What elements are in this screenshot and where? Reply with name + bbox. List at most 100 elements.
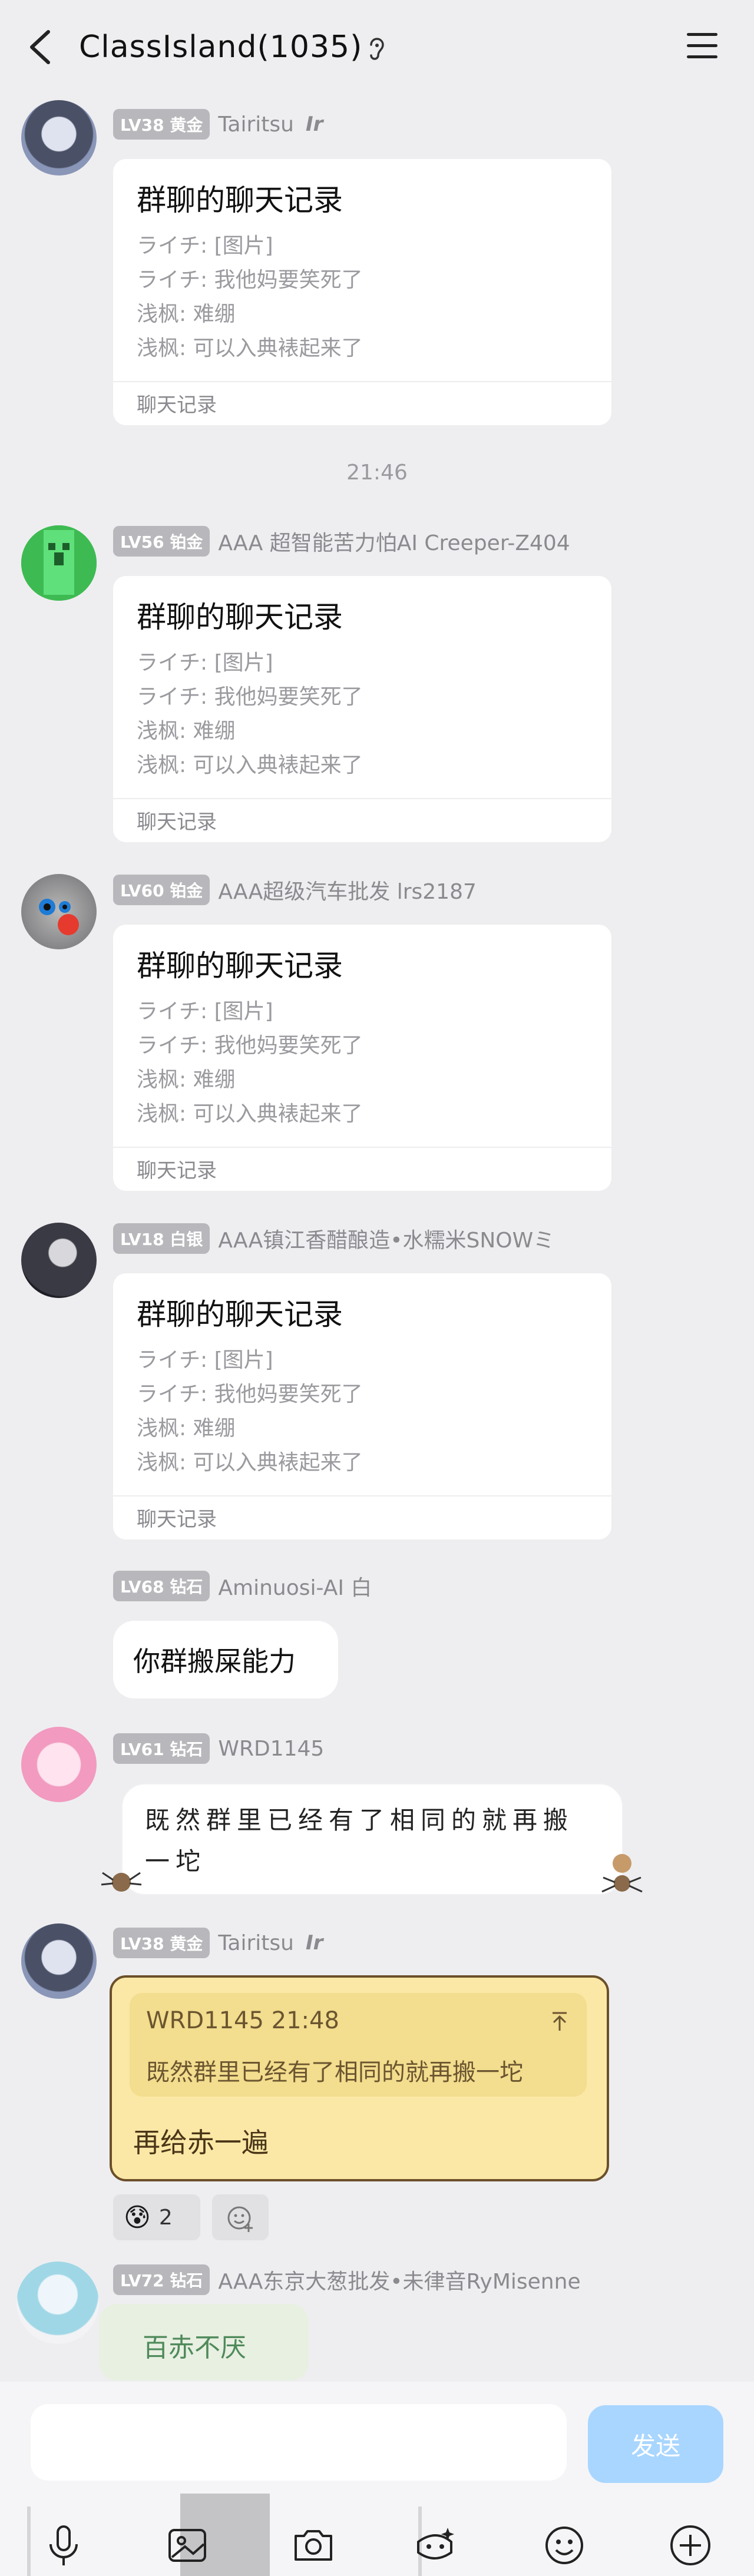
image-icon[interactable] xyxy=(165,2522,212,2569)
anxious-face-icon: 😰 xyxy=(124,2202,151,2233)
menu-icon[interactable] xyxy=(683,29,721,62)
card-title: 群聊的聊天记录 xyxy=(137,1297,343,1332)
avatar[interactable] xyxy=(21,525,97,601)
divider xyxy=(27,2507,31,2576)
emoji-icon[interactable] xyxy=(541,2522,588,2569)
sender-meta: LV38 黄金 Tairitsu Ir xyxy=(113,1928,323,1958)
avatar[interactable] xyxy=(16,2262,99,2344)
sender-name[interactable]: AAA东京大葱批发•未律音RyMisenne xyxy=(218,2264,580,2295)
card-line: ライチ: 我他妈要笑死了 xyxy=(137,1382,363,1406)
card-line: ライチ: [图片] xyxy=(137,234,273,258)
jump-to-top-icon[interactable] xyxy=(548,2009,571,2033)
sender-meta: LV61 钻石 WRD1145 xyxy=(113,1733,324,1764)
avatar[interactable] xyxy=(21,1727,97,1802)
card-title: 群聊的聊天记录 xyxy=(137,949,343,983)
header: ClassIsland(1035) xyxy=(0,0,754,94)
card-line: 浅枫: 可以入典裱起来了 xyxy=(137,336,363,360)
microphone-icon[interactable] xyxy=(40,2522,87,2569)
sender-meta: LV72 钻石 AAA东京大葱批发•未律音RyMisenne xyxy=(113,2264,581,2295)
sticker[interactable]: 百赤不厌 xyxy=(99,2304,309,2380)
card-footer: 聊天记录 xyxy=(137,1508,217,1531)
sender-suffix: Ir xyxy=(305,1931,323,1955)
card-title: 群聊的聊天记录 xyxy=(137,183,343,217)
forwarded-chat-card[interactable]: 群聊的聊天记录 ライチ: [图片] ライチ: 我他妈要笑死了 浅枫: 难绷 浅枫… xyxy=(113,1273,611,1539)
card-line: ライチ: 我他妈要笑死了 xyxy=(137,685,363,709)
avatar[interactable] xyxy=(21,1923,97,1999)
avatar[interactable] xyxy=(21,1223,97,1298)
divider xyxy=(113,1147,611,1148)
decorated-bubble[interactable]: 既然群里已经有了相同的就再搬一坨 xyxy=(121,1783,623,1895)
card-footer: 聊天记录 xyxy=(137,810,217,834)
reply-text: 再给赤一遍 xyxy=(133,2127,269,2158)
level-badge: LV61 钻石 xyxy=(113,1733,210,1764)
quote-header: WRD1145 21:48 xyxy=(146,2007,339,2034)
sender-name[interactable]: Aminuosi-AI 白 xyxy=(218,1571,372,1601)
divider xyxy=(113,381,611,382)
card-line: 浅枫: 难绷 xyxy=(137,1416,236,1441)
card-line: ライチ: 我他妈要笑死了 xyxy=(137,1034,363,1058)
timestamp: 21:46 xyxy=(346,461,408,485)
card-footer: 聊天记录 xyxy=(137,1159,217,1183)
level-badge: LV72 钻石 xyxy=(113,2264,210,2295)
card-line: 浅枫: 可以入典裱起来了 xyxy=(137,753,363,777)
avatar[interactable] xyxy=(21,100,97,176)
creeper-avatar-icon xyxy=(21,525,97,601)
chat-title[interactable]: ClassIsland(1035) xyxy=(79,29,362,65)
level-badge: LV68 钻石 xyxy=(113,1571,210,1601)
level-badge: LV60 铂金 xyxy=(113,875,210,905)
reaction-count: 2 xyxy=(158,2205,173,2230)
divider xyxy=(113,1495,611,1496)
text-bubble[interactable]: 你群搬屎能力 xyxy=(113,1621,338,1698)
plus-icon[interactable] xyxy=(667,2522,714,2569)
sender-name[interactable]: Tairitsu xyxy=(218,1931,294,1955)
card-line: 浅枫: 难绷 xyxy=(137,719,236,743)
spider-decoration-icon xyxy=(601,1854,643,1893)
reply-bubble[interactable]: WRD1145 21:48 既然群里已经有了相同的就再搬一坨 再给赤一遍 xyxy=(110,1975,609,2181)
sender-meta: LV38 黄金 Tairitsu Ir xyxy=(113,109,323,140)
reaction-chip[interactable]: 😰 2 xyxy=(113,2194,200,2240)
avatar[interactable] xyxy=(21,874,97,949)
spider-decoration-icon xyxy=(101,1872,142,1892)
face-effect-icon[interactable] xyxy=(412,2522,459,2569)
sender-name[interactable]: Tairitsu xyxy=(218,112,294,137)
divider xyxy=(113,798,611,799)
quote-body: 既然群里已经有了相同的就再搬一坨 xyxy=(146,2059,523,2086)
sender-name[interactable]: AAA 超智能苦力怕AI Creeper-Z404 xyxy=(218,526,570,557)
level-badge: LV56 铂金 xyxy=(113,526,210,557)
sender-meta: LV68 钻石 Aminuosi-AI 白 xyxy=(113,1571,372,1601)
add-reaction-button[interactable] xyxy=(212,2194,269,2240)
level-badge: LV18 白银 xyxy=(113,1223,210,1254)
card-line: 浅枫: 可以入典裱起来了 xyxy=(137,1102,363,1126)
level-badge: LV38 黄金 xyxy=(113,1928,210,1958)
card-footer: 聊天记录 xyxy=(137,393,217,417)
forwarded-chat-card[interactable]: 群聊的聊天记录 ライチ: [图片] ライチ: 我他妈要笑死了 浅枫: 难绷 浅枫… xyxy=(113,925,611,1191)
card-title: 群聊的聊天记录 xyxy=(137,600,343,634)
camera-icon[interactable] xyxy=(290,2522,337,2569)
chat-page: ClassIsland(1035) LV38 黄金 Tairitsu Ir 群聊… xyxy=(0,0,754,2576)
card-line: 浅枫: 可以入典裱起来了 xyxy=(137,1451,363,1475)
composer-bar: 发送 xyxy=(0,2382,754,2576)
message-input[interactable] xyxy=(31,2404,567,2481)
bubble-text: 既然群里已经有了相同的就再搬一坨 xyxy=(145,1806,574,1876)
add-reaction-icon xyxy=(227,2206,253,2232)
sender-meta: LV56 铂金 AAA 超智能苦力怕AI Creeper-Z404 xyxy=(113,526,570,557)
sender-name[interactable]: AAA超级汽车批发 lrs2187 xyxy=(218,875,477,905)
forwarded-chat-card[interactable]: 群聊的聊天记录 ライチ: [图片] ライチ: 我他妈要笑死了 浅枫: 难绷 浅枫… xyxy=(113,576,611,842)
ear-icon[interactable] xyxy=(366,37,388,60)
quoted-message[interactable]: WRD1145 21:48 既然群里已经有了相同的就再搬一坨 xyxy=(130,1993,587,2097)
card-line: 浅枫: 难绷 xyxy=(137,302,236,326)
sender-suffix: Ir xyxy=(305,112,323,136)
card-line: ライチ: [图片] xyxy=(137,999,273,1024)
card-line: ライチ: 我他妈要笑死了 xyxy=(137,268,363,292)
forwarded-chat-card[interactable]: 群聊的聊天记录 ライチ: [图片] ライチ: 我他妈要笑死了 浅枫: 难绷 浅枫… xyxy=(113,159,611,425)
sender-meta: LV60 铂金 AAA超级汽车批发 lrs2187 xyxy=(113,875,477,905)
sender-name[interactable]: WRD1145 xyxy=(218,1737,324,1761)
send-button[interactable]: 发送 xyxy=(588,2405,723,2483)
sender-name[interactable]: AAA镇江香醋酿造•水糯米SNOWミ xyxy=(218,1223,554,1254)
card-line: ライチ: [图片] xyxy=(137,1348,273,1372)
sticker-text: 百赤不厌 xyxy=(143,2333,246,2363)
card-line: ライチ: [图片] xyxy=(137,651,273,675)
face-avatar-icon xyxy=(39,899,79,935)
card-line: 浅枫: 难绷 xyxy=(137,1068,236,1092)
back-arrow-icon[interactable] xyxy=(24,28,59,66)
